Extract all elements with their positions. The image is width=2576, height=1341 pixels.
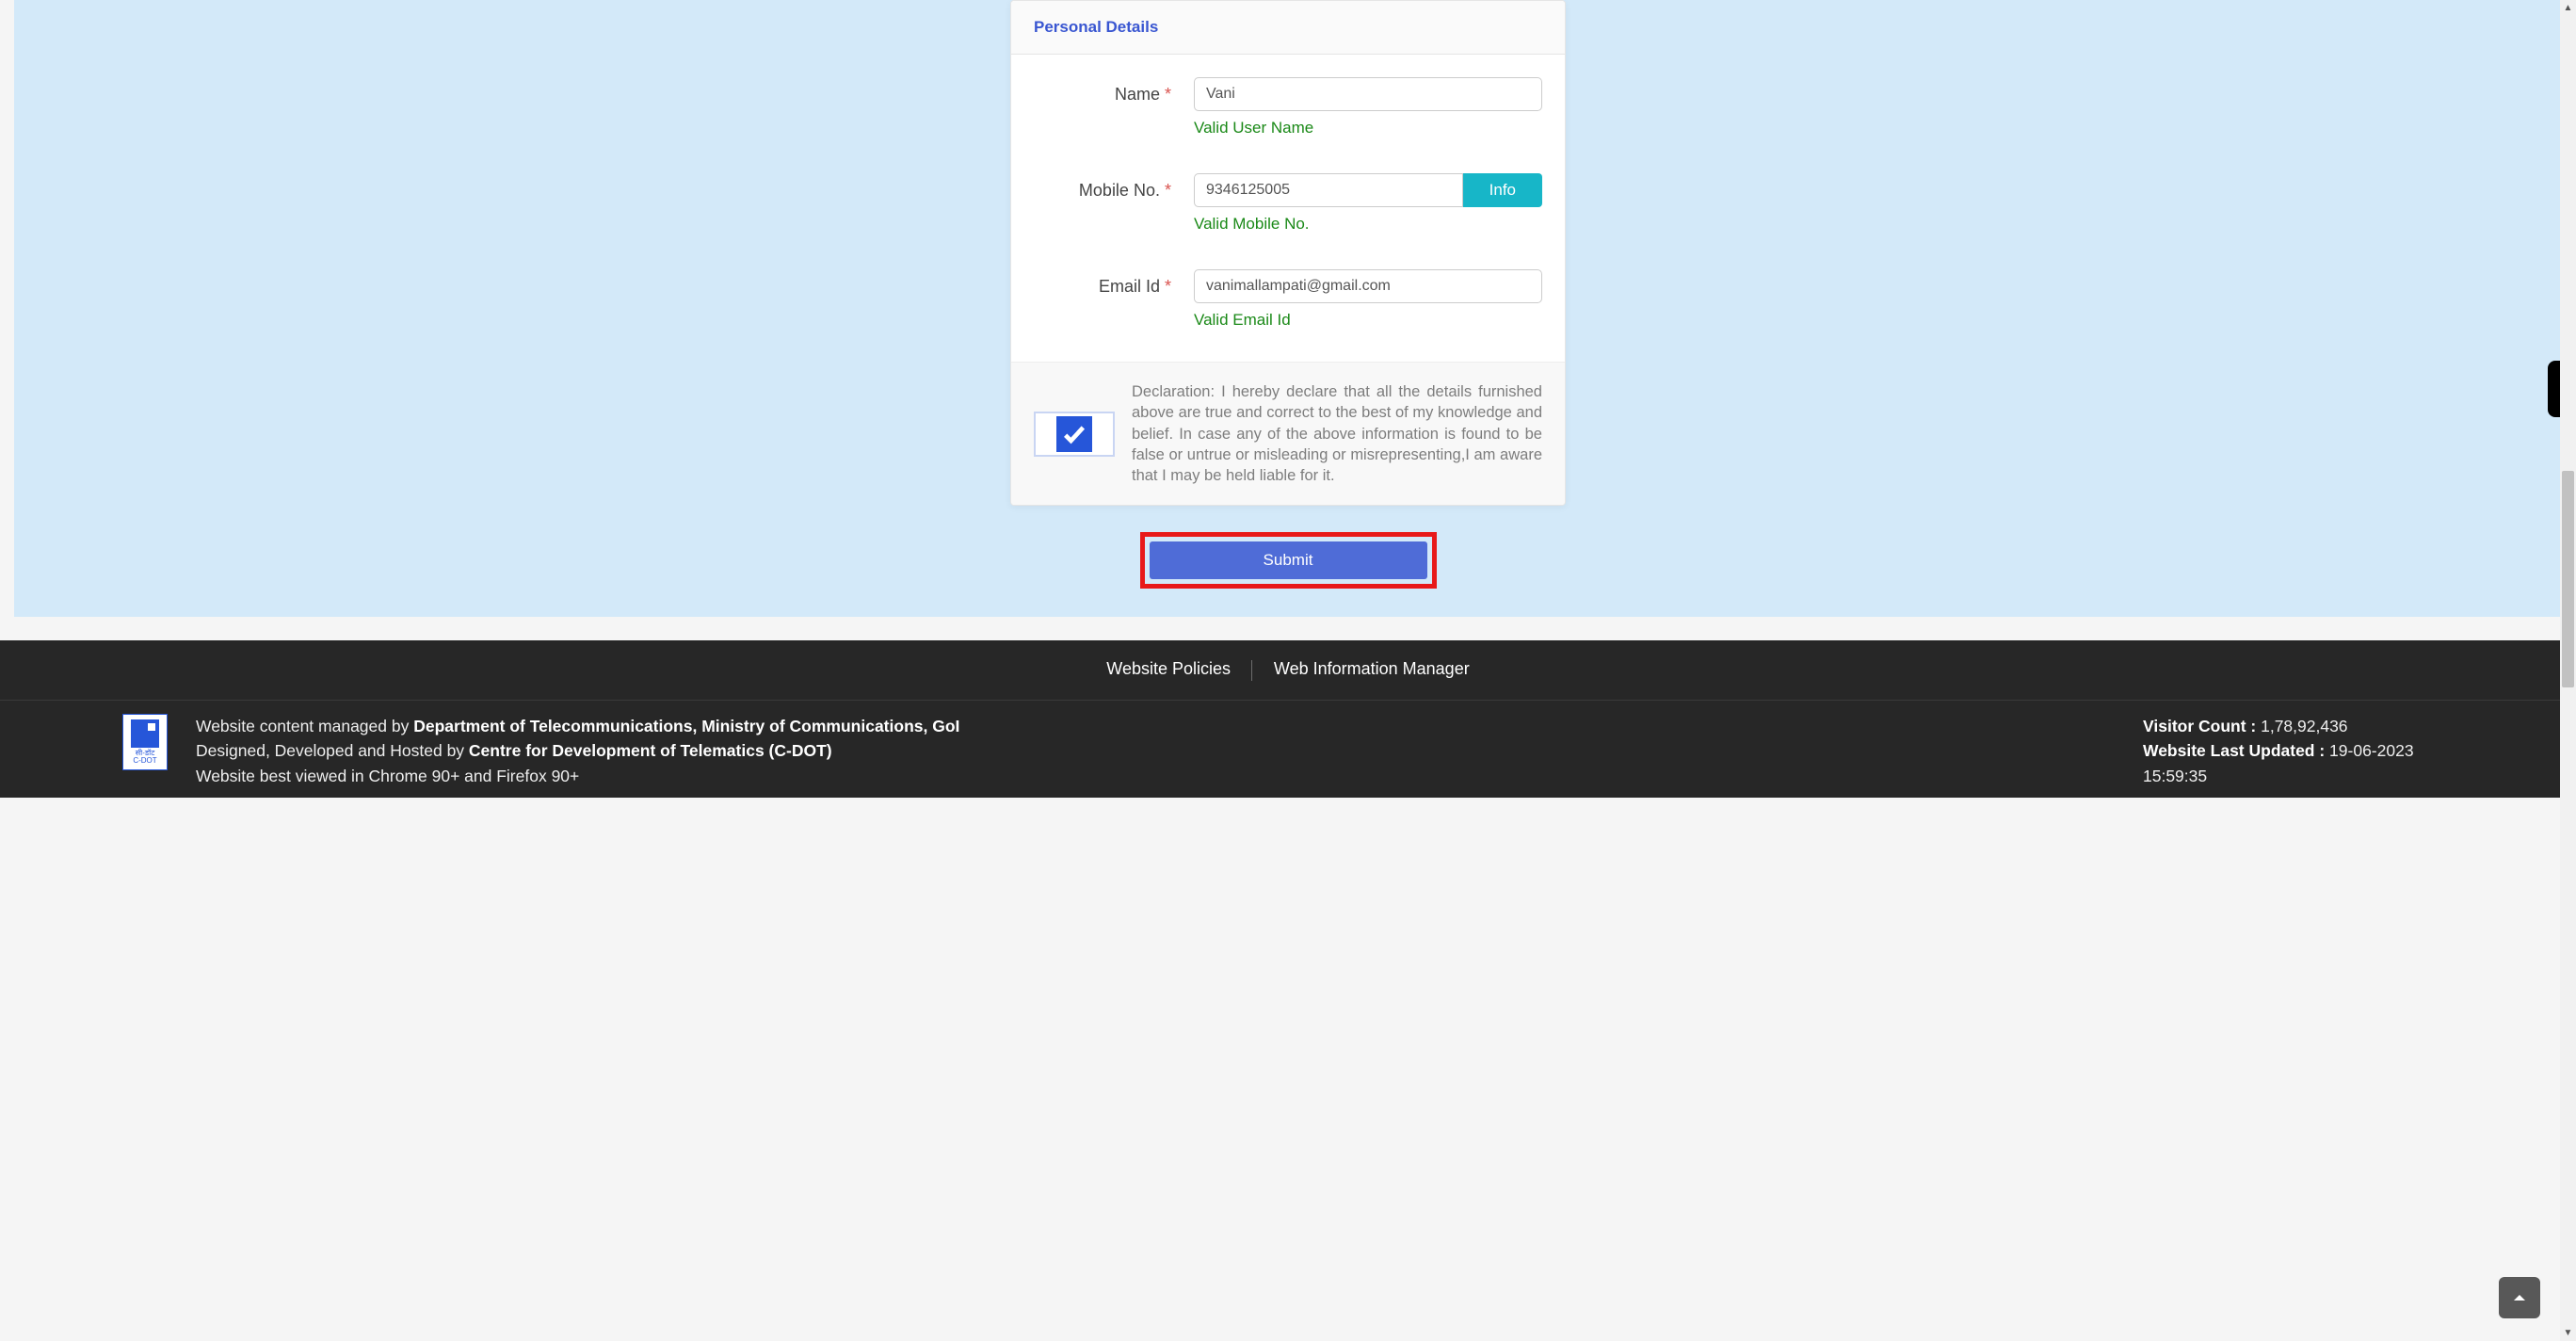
declaration-text: Declaration: I hereby declare that all t… [1132,381,1542,486]
info-button[interactable]: Info [1463,173,1542,207]
footer-left-text: Website content managed by Department of… [196,714,2115,788]
scroll-to-top-button[interactable] [2499,1277,2540,1318]
footer-link-webinfo[interactable]: Web Information Manager [1257,659,1487,678]
footer-link-policies[interactable]: Website Policies [1089,659,1248,678]
cdot-logo-icon [131,719,159,748]
declaration-checkbox[interactable] [1034,412,1115,457]
checkmark-icon [1056,416,1092,452]
scrollbar-down-arrow[interactable]: ▼ [2560,1325,2576,1341]
name-row: Name * Valid User Name [1034,77,1542,137]
required-asterisk: * [1165,277,1171,296]
name-label: Name * [1034,77,1194,105]
submit-button[interactable]: Submit [1150,541,1427,579]
email-validation: Valid Email Id [1194,311,1542,330]
scrollbar-track[interactable]: ▲ ▼ [2560,0,2576,1341]
chevron-up-icon [2511,1289,2528,1306]
footer-right-text: Visitor Count : 1,78,92,436 Website Last… [2143,714,2454,788]
scrollbar-thumb[interactable] [2562,471,2574,687]
email-input[interactable] [1194,269,1542,303]
side-tab[interactable] [2548,361,2560,417]
declaration-section: Declaration: I hereby declare that all t… [1011,362,1565,505]
submit-highlight-box: Submit [1140,532,1437,589]
email-label: Email Id * [1034,269,1194,297]
footer-links: Website Policies Web Information Manager [0,640,2576,701]
cdot-logo-text: सी-डॉट C-DOT [133,750,156,765]
scrollbar-up-arrow[interactable]: ▲ [2560,0,2576,16]
mobile-row: Mobile No. * Info Valid Mobile No. [1034,173,1542,234]
required-asterisk: * [1165,181,1171,200]
footer-divider [1251,660,1252,681]
card-header: Personal Details [1011,1,1565,55]
name-validation: Valid User Name [1194,119,1542,137]
footer: Website Policies Web Information Manager… [0,640,2576,798]
required-asterisk: * [1165,85,1171,104]
mobile-input[interactable] [1194,173,1463,207]
mobile-validation: Valid Mobile No. [1194,215,1542,234]
personal-details-card: Personal Details Name * Valid User Name … [1010,0,1566,506]
cdot-logo: सी-डॉट C-DOT [122,714,168,770]
name-input[interactable] [1194,77,1542,111]
email-row: Email Id * Valid Email Id [1034,269,1542,330]
mobile-label: Mobile No. * [1034,173,1194,201]
card-title: Personal Details [1034,18,1542,37]
